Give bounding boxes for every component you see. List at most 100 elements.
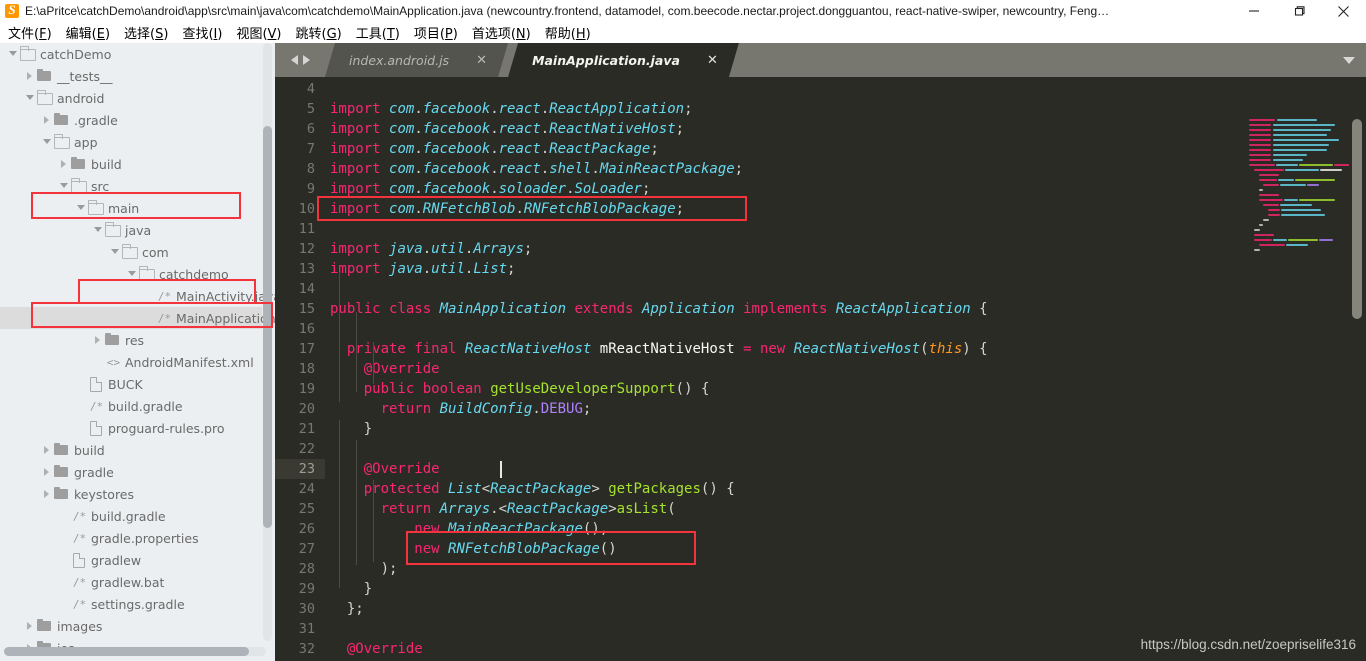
chevron-down-icon[interactable]	[25, 87, 36, 109]
menu-item-9[interactable]: 首选项(N)	[472, 23, 531, 42]
no-arrow-spacer	[59, 571, 70, 593]
code-minimap[interactable]	[1249, 117, 1349, 661]
menu-item-1[interactable]: 文件(F)	[8, 23, 52, 42]
minimize-icon[interactable]	[1231, 0, 1276, 22]
chevron-right-icon[interactable]	[42, 461, 53, 483]
tree-item[interactable]: java	[0, 219, 262, 241]
chevron-down-icon[interactable]	[76, 197, 87, 219]
indent-guide	[356, 312, 357, 392]
tree-item-label: MainApplication.java	[176, 310, 275, 326]
tree-item[interactable]: proguard-rules.pro	[0, 417, 262, 439]
tree-item[interactable]: catchdemo	[0, 263, 262, 285]
line-number: 19	[298, 381, 315, 397]
close-icon[interactable]: ✕	[706, 54, 719, 67]
tree-item[interactable]: images	[0, 615, 262, 637]
tab-list-menu-button[interactable]	[1332, 43, 1366, 77]
tree-item[interactable]: build	[0, 153, 262, 175]
menu-item-2[interactable]: 编辑(E)	[66, 23, 110, 42]
tree-item[interactable]: build	[0, 439, 262, 461]
line-number: 15	[298, 301, 315, 317]
minimap-line	[1259, 189, 1263, 191]
sidebar-vertical-scrollbar-thumb[interactable]	[263, 126, 272, 528]
tree-item[interactable]: res	[0, 329, 262, 351]
chevron-right-icon[interactable]	[59, 153, 70, 175]
tree-item[interactable]: src	[0, 175, 262, 197]
tree-item[interactable]: app	[0, 131, 262, 153]
no-arrow-spacer	[59, 549, 70, 571]
minimap-line	[1276, 164, 1298, 166]
chevron-right-icon[interactable]	[93, 329, 104, 351]
maximize-icon[interactable]	[1276, 0, 1321, 22]
editor-vertical-scrollbar-thumb[interactable]	[1352, 119, 1362, 319]
tree-item[interactable]: /* build.gradle	[0, 395, 262, 417]
tree-item[interactable]: /* build.gradle	[0, 505, 262, 527]
tree-item-label: app	[74, 134, 98, 150]
menu-item-6[interactable]: 跳转(G)	[296, 23, 342, 42]
minimap-line	[1249, 124, 1271, 126]
chevron-right-icon[interactable]	[42, 109, 53, 131]
tree-item[interactable]: /* MainActivity.java	[0, 285, 275, 307]
folder-open-icon	[138, 263, 157, 285]
no-arrow-spacer	[76, 417, 87, 439]
chevron-right-icon[interactable]	[25, 615, 36, 637]
tree-item[interactable]: catchDemo	[0, 43, 262, 65]
menu-item-10[interactable]: 帮助(H)	[545, 23, 591, 42]
tree-item[interactable]: keystores	[0, 483, 262, 505]
close-icon[interactable]	[1321, 0, 1366, 22]
tab-nav-arrows[interactable]	[275, 43, 325, 77]
tree-item-label: settings.gradle	[91, 596, 185, 612]
tree-item-label: main	[108, 200, 140, 216]
minimap-line	[1320, 169, 1342, 171]
minimap-line	[1259, 174, 1279, 176]
editor-pane: index.android.js ✕ MainApplication.java ✕ 4…	[275, 43, 1366, 661]
tree-item[interactable]: gradlew	[0, 549, 262, 571]
tree-item[interactable]: android	[0, 87, 262, 109]
chevron-down-icon[interactable]	[42, 131, 53, 153]
editor-tab[interactable]: MainApplication.java ✕	[508, 43, 739, 77]
tree-item[interactable]: /* gradlew.bat	[0, 571, 262, 593]
code-line: return Arrays.<ReactPackage>asList(	[380, 501, 676, 517]
code-editor[interactable]: 4 5 6 7 8 9 10 11 12 13 14 15 16 17 18 19 20 21 22 23 24 25 26…	[275, 77, 1366, 661]
line-number: 5	[306, 101, 315, 117]
close-icon[interactable]: ✕	[475, 54, 488, 67]
sidebar-horizontal-scrollbar-thumb[interactable]	[4, 647, 249, 656]
chevron-down-icon[interactable]	[59, 175, 70, 197]
line-number: 22	[298, 441, 315, 457]
sidebar-file-tree[interactable]: catchDemo __tests__ android .gradle app build…	[0, 43, 275, 661]
tree-item[interactable]: com	[0, 241, 262, 263]
chevron-down-icon[interactable]	[93, 219, 104, 241]
file-code-icon: /*	[157, 311, 172, 325]
editor-tab[interactable]: index.android.js ✕	[325, 43, 508, 77]
chevron-down-icon[interactable]	[110, 241, 121, 263]
tree-item[interactable]: BUCK	[0, 373, 262, 395]
tree-item[interactable]: /* gradle.properties	[0, 527, 262, 549]
code-content[interactable]: import com.facebook.react.ReactApplicati…	[325, 77, 1366, 661]
tree-item[interactable]: .gradle	[0, 109, 262, 131]
tree-item[interactable]: /* settings.gradle	[0, 593, 262, 615]
menu-item-8[interactable]: 项目(P)	[414, 23, 458, 42]
chevron-down-icon[interactable]	[127, 263, 138, 285]
tree-item[interactable]: gradle	[0, 461, 262, 483]
tree-item[interactable]: __tests__	[0, 65, 262, 87]
chevron-right-icon[interactable]	[25, 65, 36, 87]
minimap-line	[1259, 199, 1283, 201]
chevron-right-icon[interactable]	[42, 483, 53, 505]
menu-item-3[interactable]: 选择(S)	[124, 23, 168, 42]
tree-item[interactable]: main	[0, 197, 262, 219]
file-xml-icon: <>	[106, 355, 121, 369]
menu-item-4[interactable]: 查找(I)	[182, 23, 222, 42]
no-arrow-spacer	[93, 351, 104, 373]
arrow-left-icon[interactable]	[290, 55, 298, 65]
minimap-line	[1280, 184, 1306, 186]
menu-item-7[interactable]: 工具(T)	[356, 23, 400, 42]
tree-item[interactable]: <> AndroidManifest.xml	[0, 351, 262, 373]
minimap-line	[1268, 214, 1280, 216]
tree-item[interactable]: /* MainApplication.java	[0, 307, 275, 329]
code-line: return BuildConfig.DEBUG;	[380, 401, 592, 417]
code-line: import java.util.Arrays;	[330, 241, 533, 257]
chevron-right-icon[interactable]	[42, 439, 53, 461]
folder-closed-icon	[36, 65, 55, 87]
chevron-down-icon[interactable]	[8, 43, 19, 65]
menu-item-5[interactable]: 视图(V)	[236, 23, 281, 42]
arrow-right-icon[interactable]	[302, 55, 310, 65]
